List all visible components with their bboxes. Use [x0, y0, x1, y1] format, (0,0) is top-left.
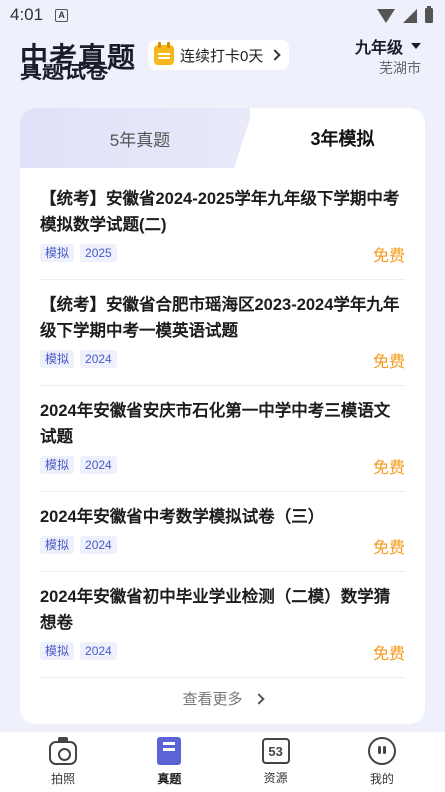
- checkin-label: 连续打卡0天: [180, 47, 264, 65]
- view-more-label: 查看更多: [182, 691, 243, 708]
- grade-selector[interactable]: 九年级: [355, 34, 421, 58]
- item-title: 2024年安徽省安庆市石化第一中学中考三模语文试题: [40, 402, 391, 446]
- city-selector[interactable]: 芜湖市: [379, 58, 421, 78]
- signal-icon: [403, 8, 417, 23]
- checkin-button[interactable]: 连续打卡0天: [148, 40, 290, 70]
- item-tags: 模拟 2024: [40, 642, 405, 660]
- camera-icon: [49, 737, 78, 765]
- tag-type: 模拟: [40, 350, 75, 368]
- bottom-nav: 拍照 真题 53 资源 我的: [0, 732, 445, 792]
- price-label: 免费: [372, 646, 405, 663]
- nav-item-photo[interactable]: 拍照: [23, 737, 103, 787]
- list-item[interactable]: 【统考】安徽省合肥市瑶海区2023-2024学年九年级下学期中考一模英语试题 模…: [40, 280, 405, 386]
- item-tags: 模拟 2024: [40, 536, 405, 554]
- status-bar: 4:01 A: [0, 0, 445, 30]
- nav-label: 真题: [157, 772, 182, 786]
- profile-icon: [367, 737, 396, 765]
- nav-item-resources[interactable]: 53 资源: [236, 738, 316, 786]
- item-tags: 模拟 2024: [40, 350, 405, 368]
- list-item[interactable]: 【统考】安徽省2024-2025学年九年级下学期中考模拟数学试题(二) 模拟 2…: [40, 174, 405, 280]
- tab-5-year-exams[interactable]: 5年真题: [20, 108, 250, 168]
- exam-card: 5年真题 3年模拟 【统考】安徽省2024-2025学年九年级下学期中考模拟数学…: [20, 108, 425, 724]
- tag-year: 2024: [80, 456, 117, 474]
- nav-label: 资源: [263, 771, 288, 785]
- price-label: 免费: [372, 540, 405, 557]
- tag-type: 模拟: [40, 456, 75, 474]
- list-item[interactable]: 2024年安徽省中考数学模拟试卷（三） 模拟 2024 免费: [40, 492, 405, 572]
- price-label: 免费: [372, 354, 405, 371]
- tag-year: 2024: [80, 350, 117, 368]
- price-label: 免费: [372, 460, 405, 477]
- book-icon: [157, 737, 182, 765]
- list-item[interactable]: 2024年安徽省初中毕业学业检测（二模）数学猜想卷 模拟 2024 免费: [40, 572, 405, 678]
- tag-year: 2025: [80, 244, 117, 262]
- nav-label: 我的: [369, 772, 394, 786]
- price-label: 免费: [372, 248, 405, 265]
- resource-53-icon: 53: [261, 738, 290, 764]
- item-tags: 模拟 2025: [40, 244, 405, 262]
- item-title: 【统考】安徽省2024-2025学年九年级下学期中考模拟数学试题(二): [40, 190, 400, 234]
- grade-label: 九年级: [354, 40, 403, 57]
- tab-3-year-mock[interactable]: 3年模拟: [260, 108, 425, 168]
- exam-list: 【统考】安徽省2024-2025学年九年级下学期中考模拟数学试题(二) 模拟 2…: [40, 174, 405, 678]
- chevron-right-icon: [269, 49, 282, 61]
- calendar-icon: [154, 42, 174, 65]
- battery-icon: [425, 6, 433, 23]
- notification-a-icon: A: [55, 8, 69, 22]
- tag-year: 2024: [80, 536, 117, 554]
- item-title: 【统考】安徽省合肥市瑶海区2023-2024学年九年级下学期中考一模英语试题: [40, 296, 400, 340]
- status-indicators: [377, 6, 433, 23]
- item-title: 2024年安徽省中考数学模拟试卷（三）: [40, 508, 325, 526]
- nav-label: 拍照: [51, 772, 76, 786]
- wifi-icon: [377, 8, 395, 23]
- tag-type: 模拟: [40, 642, 75, 660]
- view-more-button[interactable]: 查看更多: [20, 688, 425, 709]
- list-item[interactable]: 2024年安徽省安庆市石化第一中学中考三模语文试题 模拟 2024 免费: [40, 386, 405, 492]
- status-time: 4:01: [10, 5, 44, 24]
- tag-year: 2024: [80, 642, 117, 660]
- nav-item-exams[interactable]: 真题: [129, 737, 209, 787]
- tag-type: 模拟: [40, 536, 75, 554]
- item-tags: 模拟 2024: [40, 456, 405, 474]
- nav-item-profile[interactable]: 我的: [342, 737, 422, 787]
- tag-type: 模拟: [40, 244, 75, 262]
- section-title: 真题试卷: [20, 64, 109, 83]
- item-title: 2024年安徽省初中毕业学业检测（二模）数学猜想卷: [40, 588, 391, 632]
- caret-down-icon: [411, 43, 421, 49]
- tab-bar: 5年真题 3年模拟: [20, 108, 425, 168]
- chevron-right-icon: [252, 692, 265, 705]
